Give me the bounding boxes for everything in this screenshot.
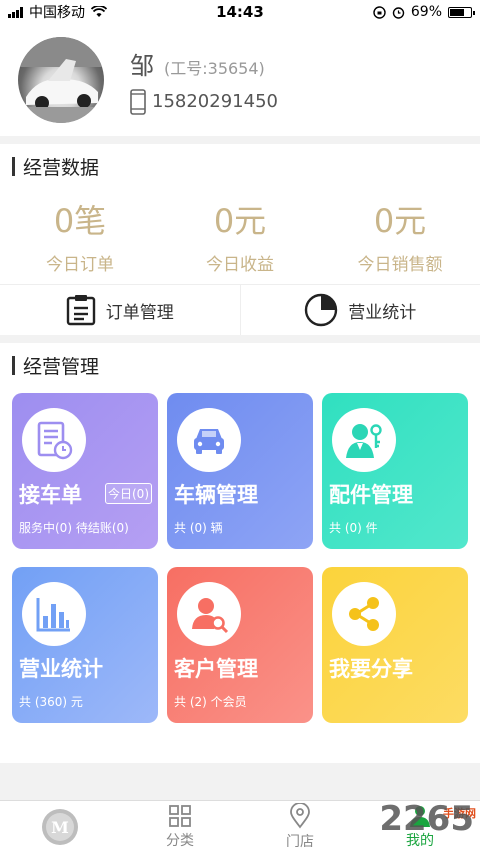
status-time: 14:43 [216, 3, 264, 21]
logo-icon: M [42, 809, 78, 845]
management-section: 经营管理 接车单 今日(0) 服务中(0) 待结账(0) 车辆管理 共 (0) … [0, 343, 480, 763]
svg-text:M: M [51, 818, 69, 837]
tab-label: 门店 [286, 834, 314, 850]
battery-percent: 69% [410, 4, 442, 20]
profile-header[interactable]: 邹 (工号:35654) 15820291450 [0, 24, 480, 136]
business-stats-link[interactable]: 营业统计 [239, 285, 480, 335]
watermark: 2265 [379, 799, 474, 839]
tab-category[interactable]: 分类 [120, 801, 240, 853]
orientation-lock-icon [373, 5, 386, 19]
today-count-badge: 今日(0) [105, 483, 152, 504]
clipboard-icon [66, 295, 95, 326]
business-data-section: 经营数据 0笔 今日订单 0元 今日收益 0元 今日销售额 订单管理 营业统计 [0, 144, 480, 335]
tab-label: 分类 [166, 833, 194, 849]
bar-chart-icon [22, 582, 86, 646]
battery-icon [448, 6, 475, 18]
car-icon [177, 408, 241, 472]
alarm-icon [392, 6, 405, 19]
tab-store[interactable]: 门店 [240, 801, 360, 853]
phone-number: 15820291450 [152, 91, 278, 112]
business-stats-card[interactable]: 营业统计 共 (360) 元 [12, 567, 158, 723]
card-title: 配件管理 [329, 483, 413, 507]
order-form-icon [22, 408, 86, 472]
card-title: 客户管理 [174, 657, 258, 681]
card-subtitle: 共 (2) 个会员 [174, 695, 247, 709]
phone-icon [130, 88, 146, 115]
card-subtitle: 共 (360) 元 [19, 695, 83, 709]
stat-today-income[interactable]: 0元 今日收益 [160, 188, 320, 284]
card-subtitle: 共 (0) 件 [329, 521, 378, 535]
card-title: 营业统计 [19, 657, 103, 681]
avatar[interactable] [18, 37, 104, 123]
customer-management-card[interactable]: 客户管理 共 (2) 个会员 [167, 567, 313, 723]
card-subtitle: 共 (0) 辆 [174, 521, 223, 535]
carrier-name: 中国移动 [29, 5, 85, 21]
section-title: 经营管理 [0, 343, 480, 387]
share-card[interactable]: 我要分享 [322, 567, 468, 723]
person-key-icon [332, 408, 396, 472]
stat-today-sales[interactable]: 0元 今日销售额 [320, 188, 480, 284]
grid-icon [169, 805, 191, 827]
parts-management-card[interactable]: 配件管理 共 (0) 件 [322, 393, 468, 549]
vehicle-reception-card[interactable]: 接车单 今日(0) 服务中(0) 待结账(0) [12, 393, 158, 549]
link-label: 订单管理 [105, 302, 174, 323]
pie-chart-icon [305, 293, 338, 327]
signal-icon [8, 6, 23, 18]
card-title: 车辆管理 [174, 483, 258, 507]
stat-value: 0笔 [53, 202, 107, 240]
stat-value: 0元 [213, 202, 267, 240]
vehicle-management-card[interactable]: 车辆管理 共 (0) 辆 [167, 393, 313, 549]
section-title: 经营数据 [0, 144, 480, 188]
card-title: 接车单 [19, 483, 82, 507]
tab-home[interactable]: M [0, 801, 120, 853]
card-subtitle: 服务中(0) 待结账(0) [19, 521, 129, 535]
location-pin-icon [290, 803, 310, 829]
stat-label: 今日销售额 [357, 255, 443, 275]
stat-today-orders[interactable]: 0笔 今日订单 [0, 188, 160, 284]
order-management-link[interactable]: 订单管理 [0, 285, 240, 335]
employee-id: (工号:35654) [164, 58, 265, 78]
card-title: 我要分享 [329, 657, 413, 681]
link-label: 营业统计 [348, 302, 417, 323]
stat-label: 今日收益 [206, 255, 274, 275]
wifi-icon [91, 6, 107, 17]
status-bar: 中国移动 14:43 69% [0, 0, 480, 24]
customer-search-icon [177, 582, 241, 646]
user-name: 邹 [130, 51, 154, 80]
stat-label: 今日订单 [46, 255, 114, 275]
share-icon [332, 582, 396, 646]
stat-value: 0元 [373, 202, 427, 240]
